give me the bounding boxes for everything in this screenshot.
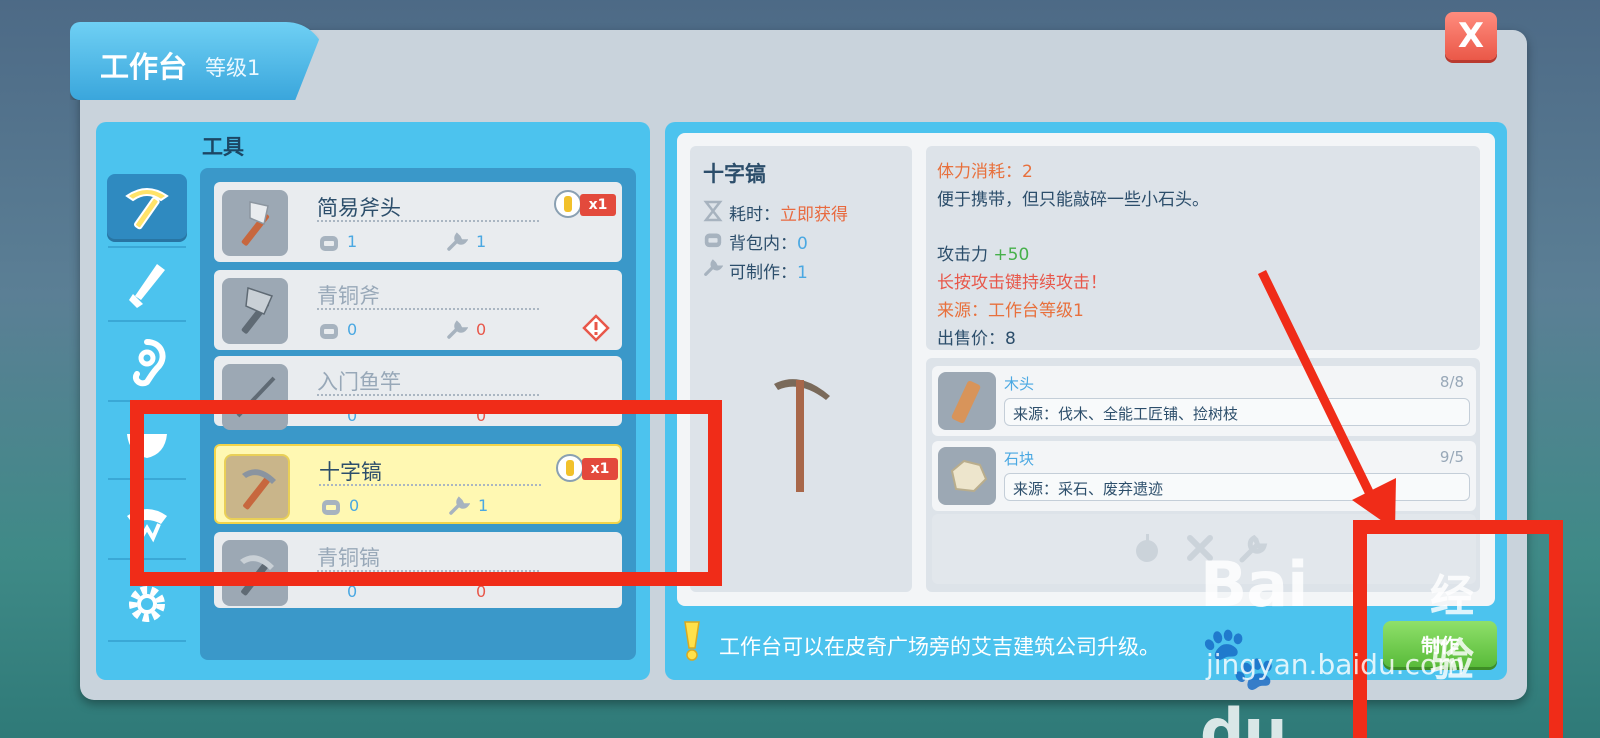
list-item[interactable]: 青铜斧 0 0: [214, 270, 622, 350]
divider: [317, 308, 539, 310]
apple-icon: [1136, 534, 1158, 562]
backpack-icon: [320, 236, 338, 251]
category-divider: [108, 246, 186, 248]
item-source: 来源：工作台等级1: [937, 301, 1084, 321]
close-icon: X: [1457, 16, 1485, 56]
upgrade-hint: 工作台可以在皮奇广场旁的艾吉建筑公司升级。: [719, 635, 1160, 659]
material-row[interactable]: 木头 8/8 来源：伐木、全能工匠铺、捡树枝: [932, 366, 1476, 436]
wrench-icon: [447, 320, 468, 339]
window-title: 工作台: [100, 50, 188, 84]
craftable-count: 1: [476, 232, 487, 251]
watermark-url: jingyan.baidu.com: [1206, 648, 1465, 681]
material-name: 石块: [1004, 450, 1035, 468]
hourglass-icon: [703, 200, 723, 222]
detail-item-name: 十字镐: [703, 162, 766, 186]
material-source: 来源：采石、废弃遗迹: [1004, 473, 1470, 501]
close-button[interactable]: X: [1445, 12, 1497, 60]
warning-icon: [582, 314, 610, 342]
category-divider: [108, 640, 186, 642]
wrench-icon: [447, 232, 468, 251]
highlight-box: [130, 400, 722, 586]
material-count: 8/8: [1439, 373, 1464, 391]
hint-exclamation-icon: [684, 621, 700, 661]
axe-icon: [222, 190, 288, 256]
craftable-label: 可制作：1: [729, 263, 808, 283]
bag-count: 1: [347, 232, 358, 251]
window-level: 等级1: [205, 56, 261, 80]
divider: [317, 220, 539, 222]
watermark-logo: Bai🐾du: [1200, 548, 1308, 738]
category-label: 工具: [202, 135, 244, 159]
attack-power: 攻击力 +50: [937, 245, 1030, 265]
item-name: 入门鱼竿: [317, 370, 401, 394]
ear-icon: [133, 339, 166, 387]
craftable-value: 1: [797, 263, 808, 283]
item-name: 青铜斧: [317, 284, 380, 308]
gear-icon: [129, 586, 165, 622]
wood-icon: [938, 372, 996, 430]
pickaxe-preview-icon: [774, 379, 830, 492]
material-count: 9/5: [1439, 448, 1464, 466]
item-name: 简易斧头: [317, 196, 401, 220]
list-item[interactable]: 简易斧头 1 1 x1: [214, 182, 622, 262]
sell-price: 出售价：8: [937, 329, 1016, 349]
material-name: 木头: [1004, 375, 1035, 393]
time-label: 耗时：立即获得: [729, 205, 848, 225]
material-row[interactable]: 石块 9/5 来源：采石、废弃遗迹: [932, 441, 1476, 511]
bag-count: 0: [347, 320, 358, 339]
attack-value: +50: [993, 245, 1030, 265]
stamina-cost: 体力消耗：2: [937, 162, 1033, 182]
pickaxe-icon: [125, 188, 169, 230]
hold-hint: 长按攻击键持续攻击！: [937, 273, 1107, 293]
item-description: 便于携带，但只能敲碎一些小石头。: [937, 190, 1209, 210]
sword-icon: [129, 264, 165, 308]
category-accessories[interactable]: [107, 328, 187, 396]
bag-value: 0: [797, 234, 808, 254]
count-badge: x1: [580, 194, 616, 216]
wrench-icon: [704, 259, 723, 276]
new-alert-icon: [554, 190, 582, 218]
category-tools[interactable]: [107, 174, 187, 242]
material-source: 来源：伐木、全能工匠铺、捡树枝: [1004, 398, 1470, 426]
bronze-axe-icon: [222, 278, 288, 344]
divider: [317, 394, 539, 396]
time-value: 立即获得: [780, 205, 848, 225]
stone-icon: [938, 447, 996, 505]
backpack-icon: [704, 233, 722, 248]
craftable-count: 0: [476, 320, 487, 339]
bag-label: 背包内：0: [729, 234, 808, 254]
category-divider: [108, 320, 186, 322]
category-weapons[interactable]: [107, 252, 187, 320]
backpack-icon: [320, 324, 338, 339]
